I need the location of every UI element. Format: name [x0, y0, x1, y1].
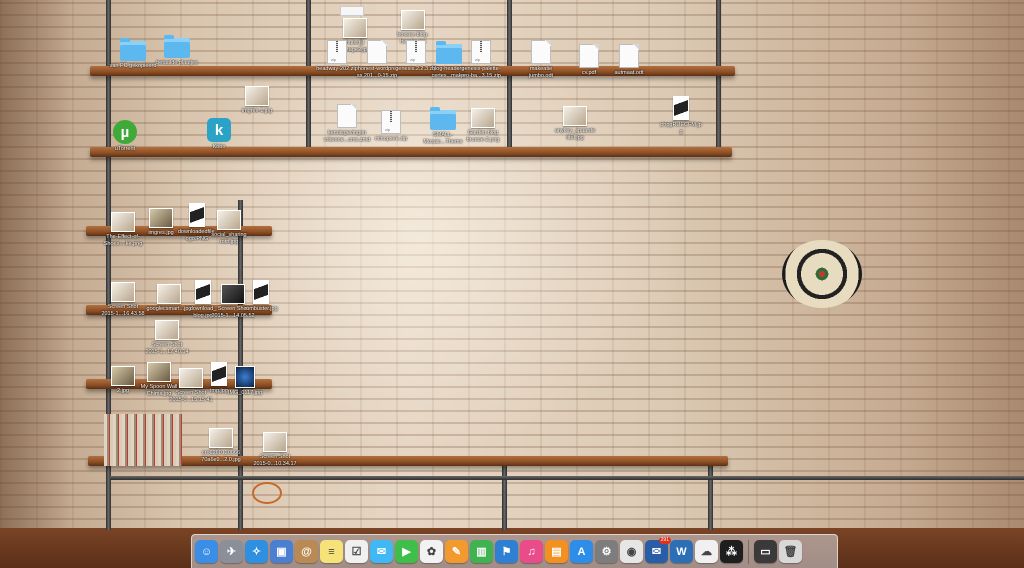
dock-notes-icon[interactable]: ≡: [320, 540, 343, 563]
dock-downloads-icon[interactable]: ▭: [754, 540, 777, 563]
wallpaper-left-wall: [0, 0, 72, 568]
desktop-icon-img-0117[interactable]: IMG_0117.jpg: [212, 362, 278, 397]
desktop-icon-autmaat-odt[interactable]: autmaat.odt: [596, 44, 662, 77]
desktop-icon-label: cro6260120066 70a6e9...2.0.jpg: [201, 450, 241, 463]
dock-numbers-icon[interactable]: ▥: [470, 540, 493, 563]
utorrent-icon: µ: [113, 120, 137, 144]
image-thumbnail-icon: [209, 428, 233, 448]
desktop-icon-social-sharing[interactable]: social_sharing rotn.jpg: [196, 206, 262, 245]
dock-libreoffice-icon[interactable]: ☁: [695, 540, 718, 563]
dock-contacts-icon[interactable]: @: [295, 540, 318, 563]
desktop-icon-betaalde-plaatjes[interactable]: betaalde plaatjes: [144, 34, 210, 67]
image-thumbnail-icon: [235, 366, 255, 388]
dock-preview-icon[interactable]: ▣: [270, 540, 293, 563]
desktop-icon-label: cv.pdf: [581, 70, 597, 76]
folder-icon: [164, 35, 190, 58]
desktop-icon-utorrent[interactable]: µ uTorrent: [92, 120, 158, 153]
dock-pages-icon[interactable]: ✎: [445, 540, 468, 563]
document-icon: [337, 104, 357, 128]
image-thumbnail-icon: [471, 108, 495, 128]
image-thumbnail-icon: [245, 86, 269, 106]
dock-safari-icon[interactable]: ✧: [245, 540, 268, 563]
desktop-icon-label: genesis-palette- pro-ba...3.15.zip: [461, 66, 501, 79]
dock-messages-icon[interactable]: ✉: [370, 540, 393, 563]
wallpaper-shelf: [88, 456, 728, 466]
document-icon: [619, 44, 639, 68]
image-thumbnail-icon: [673, 96, 689, 120]
dock-separator: [748, 539, 749, 564]
dock-photos-icon[interactable]: ✿: [420, 540, 443, 563]
desktop-icon-anykey-spaarde[interactable]: anykey_spaarde titel.jpg: [542, 102, 608, 141]
dock: ☺ ✈ ✧ ▣ @ ≡ ☑ ✉ ▶ ✿ ✎ ▥ ⚑ ♫ ▤ A ⚙ ◉ ✉ 291 W ☁ ⁂ ▭ 🗑: [191, 534, 838, 568]
desktop-icon-label: autmaat.odt: [614, 70, 644, 76]
desktop-icon-kobo[interactable]: k Kobo: [186, 118, 252, 151]
kobo-icon: k: [207, 118, 231, 142]
desktop-icon-screen-shot-5[interactable]: Screen Shot 2015-0...10.34.17: [242, 428, 308, 467]
wallpaper-pipe: [502, 462, 507, 530]
desktop-icon-label: anykey_spaarde titel.jpg: [554, 128, 596, 141]
desktop-icon-label: Garden blog brunoe-2.png: [466, 130, 500, 143]
dock-facetime-icon[interactable]: ▶: [395, 540, 418, 563]
desktop-icon-genesis-palette[interactable]: genesis-palette- pro-ba...3.15.zip: [448, 40, 514, 79]
image-thumbnail-icon: [253, 280, 269, 304]
dock-app-store-icon[interactable]: A: [570, 540, 593, 563]
desktop-icon-label: IMG_0117.jpg: [227, 390, 263, 396]
document-icon: [531, 40, 551, 64]
dock-launchpad-icon[interactable]: ✈: [220, 540, 243, 563]
dock-chrome-icon[interactable]: ◉: [620, 540, 643, 563]
image-thumbnail-icon: [563, 106, 587, 126]
desktop-icon-label: Kobo: [212, 144, 226, 150]
zip-file-icon: [471, 40, 491, 64]
wallpaper-hoop: [252, 482, 282, 504]
desktop-icon-screen-shot-3[interactable]: Screen Shot 2015-1...12.40.14: [134, 316, 200, 355]
desktop-icon-label: social_sharing rotn.jpg: [211, 232, 247, 245]
desktop-icon-rumbuster[interactable]: rumbuster.jpg: [228, 280, 294, 313]
wallpaper-pipe: [708, 462, 713, 530]
image-thumbnail-icon: [263, 432, 287, 452]
desktop-icon-label: makeatie jumbo.odt: [528, 66, 554, 79]
desktop-icon-label: Screen Shot 2015-0...10.34.17: [253, 454, 297, 467]
image-thumbnail-icon: [111, 282, 135, 302]
dock-libreoffice-writer-icon[interactable]: W: [670, 540, 693, 563]
wallpaper-pipe: [110, 476, 1024, 480]
desktop-icon-label: uTorrent: [114, 146, 136, 152]
dock-keynote-icon[interactable]: ⚑: [495, 540, 518, 563]
desktop-icon-label: Screen Shot 2015-1...12.40.14: [145, 342, 189, 355]
dock-trash-icon[interactable]: 🗑: [779, 540, 802, 563]
desktop-icon-label: minopsee.zip: [374, 136, 408, 142]
desktop-icon-imgres-1[interactable]: imgres-1.jpg: [224, 82, 290, 115]
dock-ibooks-icon[interactable]: ▤: [545, 540, 568, 563]
desktop-icon-label: betaalde plaatjes: [156, 60, 198, 66]
image-thumbnail-icon: [155, 320, 179, 340]
dock-finder-icon[interactable]: ☺: [195, 540, 218, 563]
folder-icon: [120, 38, 146, 61]
dock-itunes-icon[interactable]: ♫: [520, 540, 543, 563]
dock-system-preferences-icon[interactable]: ⚙: [595, 540, 618, 563]
image-thumbnail-icon: [217, 210, 241, 230]
desktop-icon-phpgrru[interactable]: phpgRUECFM.jp g: [648, 96, 714, 135]
dock-reminders-icon[interactable]: ☑: [345, 540, 368, 563]
image-thumbnail-icon: [343, 18, 367, 38]
dock-thunderbird-icon[interactable]: ✉ 291: [645, 537, 671, 563]
desktop-icon-label: rumbuster.jpg: [244, 306, 278, 312]
desktop-icon-label: phpgRUECFM.jp g: [660, 122, 702, 135]
dock-dashboard-icon[interactable]: ⁂: [720, 540, 743, 563]
desktop-icon-garden-blog[interactable]: Garden blog brunoe-2.png: [450, 104, 516, 143]
wallpaper-dartboard: [782, 240, 862, 308]
zip-file-icon: [381, 110, 401, 134]
desktop-icon-label: imgres-1.jpg: [241, 108, 273, 114]
wallpaper-records: [104, 414, 182, 466]
image-thumbnail-icon: [401, 10, 425, 30]
